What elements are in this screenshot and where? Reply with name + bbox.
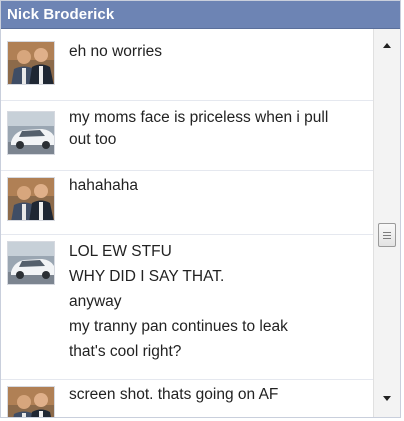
two-men-photo-icon <box>8 387 54 417</box>
message-line: screen shot. thats going on AF <box>69 386 279 403</box>
chat-message: LOL EW STFU WHY DID I SAY THAT. anyway m… <box>1 235 373 380</box>
avatar-white-car[interactable] <box>7 111 55 155</box>
chat-contact-name: Nick Broderick <box>7 6 115 23</box>
message-line: hahahaha <box>69 177 138 194</box>
message-text: my moms face is priceless when i pull ou… <box>69 107 355 151</box>
message-text: screen shot. thats going on AF <box>69 384 355 406</box>
message-line: LOL EW STFU <box>69 243 172 260</box>
vertical-scrollbar[interactable] <box>373 29 400 417</box>
scroll-up-arrow-icon[interactable] <box>374 35 400 55</box>
message-text: LOL EW STFU WHY DID I SAY THAT. anyway m… <box>69 239 355 364</box>
message-text: hahahaha <box>69 175 355 197</box>
two-men-photo-icon <box>8 42 54 84</box>
message-line: that's cool right? <box>69 343 182 360</box>
scroll-down-arrow-icon[interactable] <box>374 389 400 409</box>
message-line: eh no worries <box>69 43 163 60</box>
chat-message: screen shot. thats going on AF <box>1 380 373 417</box>
chat-window: Nick Broderick eh no worries my moms fac… <box>0 0 401 418</box>
scrollbar-thumb[interactable] <box>378 223 396 247</box>
white-car-photo-icon <box>8 242 54 284</box>
message-line: anyway <box>69 293 122 310</box>
chat-message: my moms face is priceless when i pull ou… <box>1 101 373 171</box>
avatar-two-men[interactable] <box>7 41 55 85</box>
chat-message: hahahaha <box>1 171 373 235</box>
white-car-photo-icon <box>8 112 54 154</box>
message-line: my tranny pan continues to leak <box>69 318 288 335</box>
message-line: WHY DID I SAY THAT. <box>69 268 225 285</box>
message-line: out too <box>69 131 117 148</box>
chat-message: eh no worries <box>1 29 373 101</box>
avatar-white-car[interactable] <box>7 241 55 285</box>
message-list: eh no worries my moms face is priceless … <box>1 29 373 417</box>
message-text: eh no worries <box>69 41 355 63</box>
two-men-photo-icon <box>8 178 54 220</box>
avatar-two-men[interactable] <box>7 386 55 417</box>
message-line: my moms face is priceless when i pull <box>69 109 329 126</box>
avatar-two-men[interactable] <box>7 177 55 221</box>
chat-title-bar[interactable]: Nick Broderick <box>1 1 400 29</box>
